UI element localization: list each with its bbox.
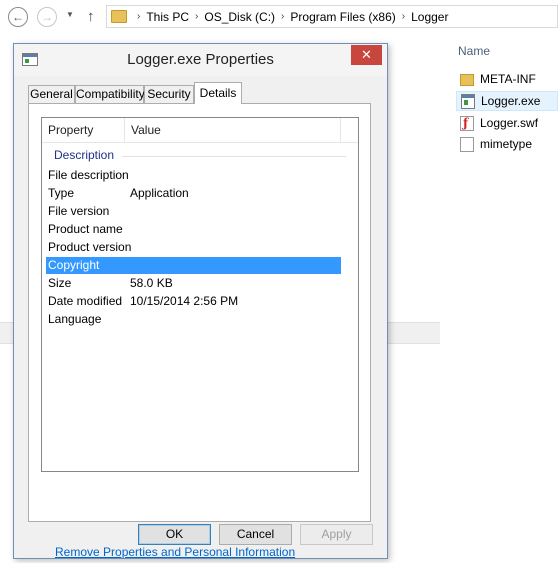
- chevron-right-icon[interactable]: ›: [281, 11, 284, 22]
- breadcrumb-this-pc[interactable]: This PC: [146, 10, 189, 24]
- exe-icon: [461, 93, 475, 109]
- property-value: Application: [130, 186, 189, 200]
- property-name: Type: [48, 186, 75, 200]
- forward-button[interactable]: →: [37, 7, 57, 27]
- breadcrumb-os-disk[interactable]: OS_Disk (C:): [204, 10, 275, 24]
- property-row[interactable]: File version: [48, 203, 341, 220]
- property-name: Date modified: [48, 294, 123, 308]
- value-column-header[interactable]: Value: [125, 118, 341, 142]
- tab-security[interactable]: Security: [144, 85, 194, 103]
- name-column-header[interactable]: Name: [458, 44, 490, 58]
- explorer-navigation-bar: ← → ▼ ↑ › This PC › OS_Disk (C:) › Progr…: [0, 0, 558, 34]
- arrow-up-icon: ↑: [87, 8, 95, 25]
- remove-properties-link[interactable]: Remove Properties and Personal Informati…: [55, 545, 295, 559]
- property-row[interactable]: Product name: [48, 221, 341, 238]
- dialog-title: Logger.exe Properties: [127, 51, 274, 68]
- property-row[interactable]: Language: [48, 311, 341, 328]
- property-name: Product name: [48, 222, 123, 236]
- property-row[interactable]: Product version: [48, 239, 341, 256]
- folder-icon: [111, 10, 127, 23]
- arrow-right-icon: →: [41, 10, 53, 24]
- property-name: Language: [48, 312, 102, 326]
- swf-icon: [460, 115, 474, 131]
- file-icon: [460, 136, 474, 152]
- property-row[interactable]: Type Application: [48, 185, 341, 202]
- chevron-right-icon: ›: [137, 11, 141, 22]
- arrow-left-icon: ←: [12, 10, 24, 24]
- file-item-meta-inf[interactable]: META-INF: [456, 69, 558, 89]
- recent-locations-dropdown[interactable]: ▼: [66, 10, 74, 19]
- dialog-title-bar[interactable]: Logger.exe Properties ✕: [14, 44, 387, 76]
- list-header: Property Value: [42, 118, 358, 143]
- property-row-selected[interactable]: Copyright: [46, 257, 341, 274]
- property-value: 10/15/2014 2:56 PM: [130, 294, 239, 308]
- chevron-down-icon: ▼: [66, 10, 74, 19]
- property-row[interactable]: Date modified 10/15/2014 2:56 PM: [48, 293, 341, 310]
- ok-button[interactable]: OK: [138, 524, 211, 545]
- properties-dialog: Logger.exe Properties ✕ General Compatib…: [13, 43, 388, 559]
- group-divider: [122, 156, 346, 157]
- property-name: File version: [48, 204, 110, 218]
- property-row[interactable]: Size 58.0 KB: [48, 275, 341, 292]
- up-button[interactable]: ↑: [87, 8, 95, 25]
- property-name: Product version: [48, 240, 132, 254]
- property-column-header[interactable]: Property: [42, 118, 125, 142]
- property-list[interactable]: Property Value Description File descript…: [41, 117, 359, 472]
- details-tab-panel: Property Value Description File descript…: [28, 103, 371, 559]
- file-item-mimetype[interactable]: mimetype: [456, 134, 558, 154]
- breadcrumb-logger[interactable]: Logger: [411, 10, 448, 24]
- property-name: Size: [48, 276, 72, 290]
- file-name: mimetype: [480, 137, 533, 151]
- tab-general[interactable]: General: [28, 85, 75, 103]
- file-name: META-INF: [480, 72, 536, 86]
- close-button[interactable]: ✕: [351, 45, 382, 65]
- group-header-description: Description: [54, 148, 115, 162]
- address-bar[interactable]: › This PC › OS_Disk (C:) › Program Files…: [106, 5, 558, 28]
- file-item-logger-exe[interactable]: Logger.exe: [456, 91, 558, 111]
- file-name: Logger.exe: [481, 94, 541, 108]
- tab-compatibility[interactable]: Compatibility: [75, 85, 145, 103]
- back-button[interactable]: ←: [8, 7, 28, 27]
- property-row[interactable]: File description: [48, 167, 341, 184]
- cancel-button[interactable]: Cancel: [219, 524, 292, 545]
- file-item-logger-swf[interactable]: Logger.swf: [456, 113, 558, 133]
- chevron-right-icon[interactable]: ›: [402, 11, 405, 22]
- close-icon: ✕: [361, 47, 372, 62]
- property-name: Copyright: [48, 258, 100, 272]
- property-name: File description: [48, 168, 129, 182]
- breadcrumb-program-files[interactable]: Program Files (x86): [290, 10, 395, 24]
- property-value: 58.0 KB: [130, 276, 173, 290]
- chevron-right-icon[interactable]: ›: [195, 11, 198, 22]
- apply-button[interactable]: Apply: [300, 524, 373, 545]
- tab-details[interactable]: Details: [194, 82, 242, 104]
- folder-icon: [460, 74, 474, 86]
- file-name: Logger.swf: [480, 116, 539, 130]
